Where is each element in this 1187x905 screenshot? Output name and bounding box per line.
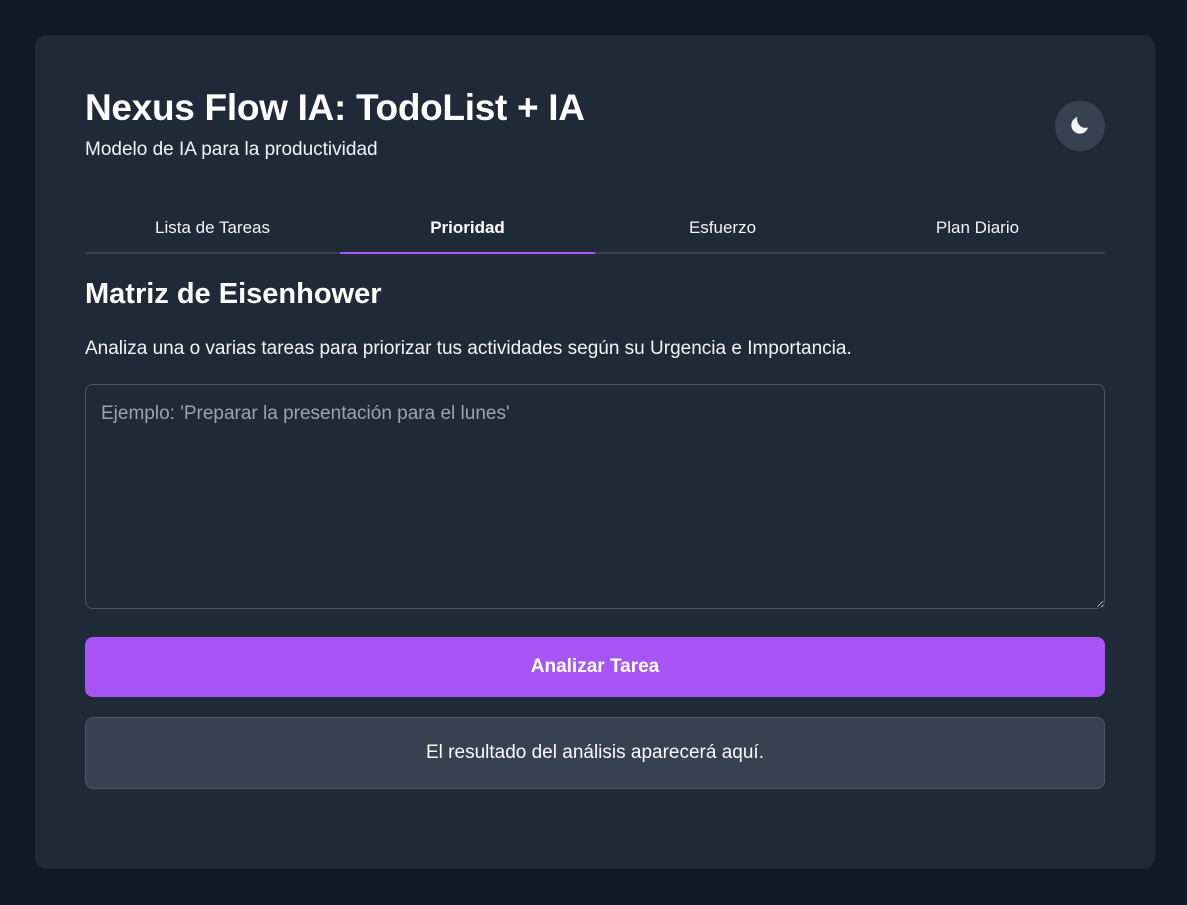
tab-lista-de-tareas[interactable]: Lista de Tareas xyxy=(85,210,340,252)
tab-esfuerzo[interactable]: Esfuerzo xyxy=(595,210,850,252)
tab-prioridad[interactable]: Prioridad xyxy=(340,210,595,254)
app-subtitle: Modelo de IA para la productividad xyxy=(85,139,378,160)
section-description: Analiza una o varias tareas para prioriz… xyxy=(85,338,852,359)
result-text: El resultado del análisis aparecerá aquí… xyxy=(426,742,764,763)
header: Nexus Flow IA: TodoList + IA Modelo de I… xyxy=(85,35,1105,195)
tab-plan-diario[interactable]: Plan Diario xyxy=(850,210,1105,252)
theme-toggle-button[interactable] xyxy=(1055,101,1105,151)
section-title: Matriz de Eisenhower xyxy=(85,278,382,310)
analyze-task-button[interactable]: Analizar Tarea xyxy=(85,637,1105,697)
app-title: Nexus Flow IA: TodoList + IA xyxy=(85,87,585,128)
tab-bar: Lista de Tareas Prioridad Esfuerzo Plan … xyxy=(85,210,1105,254)
task-input[interactable] xyxy=(85,384,1105,609)
moon-icon xyxy=(1068,113,1092,140)
result-box: El resultado del análisis aparecerá aquí… xyxy=(85,717,1105,789)
